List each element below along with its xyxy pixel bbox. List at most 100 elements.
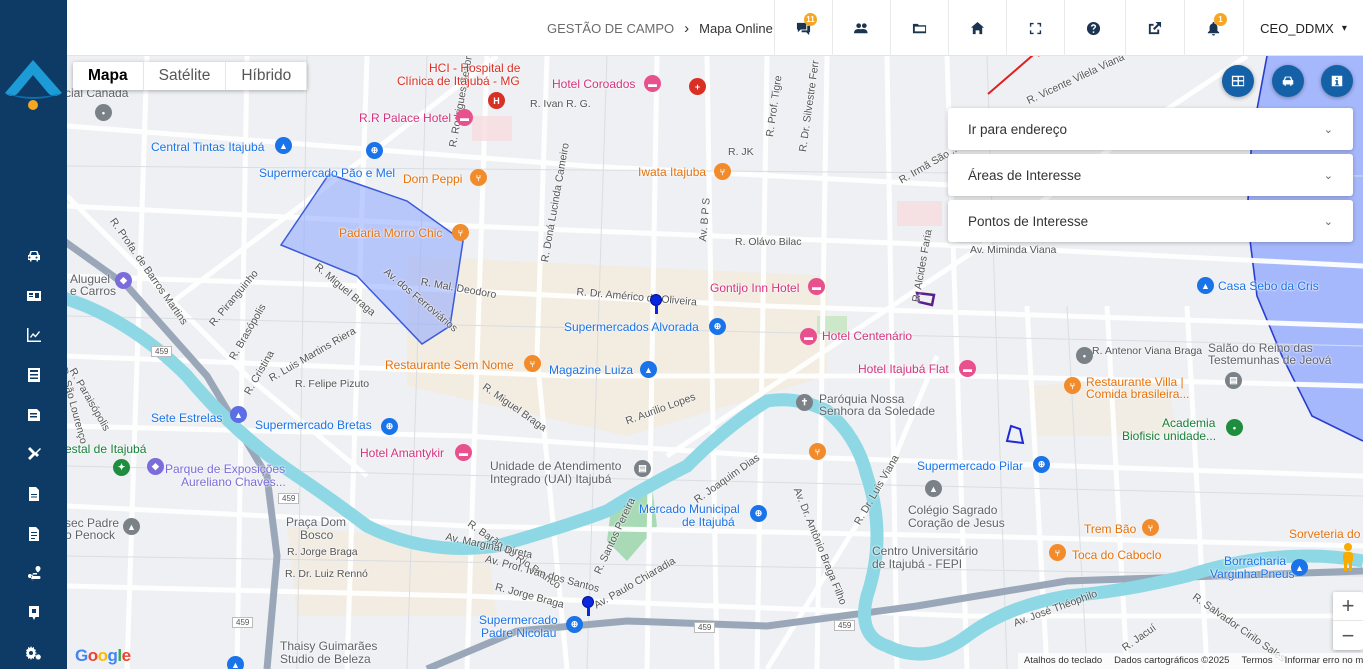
sidebar-item-file[interactable] [0,474,67,514]
hospital-icon[interactable]: H [488,92,505,109]
poi-label[interactable]: R.R Palace Hotel [359,111,451,125]
poi-label[interactable]: Supermercado Pilar [917,459,1023,473]
report-error-link[interactable]: Informar erro no mapa [1285,655,1363,667]
restaurant-icon[interactable]: ⑂ [1049,544,1066,561]
poi-label[interactable]: Supermercados Alvorada [564,320,699,334]
poi-label[interactable]: Clínica de Itajubá - MG [397,74,520,88]
folder-button[interactable] [890,0,948,56]
zoom-in-button[interactable]: + [1333,592,1363,621]
poi-label[interactable]: Centro Universitário [872,544,978,558]
poi-label[interactable]: Trem Bão [1084,522,1136,536]
poi-label[interactable]: e Carros [70,284,116,298]
poi-label[interactable]: Integrado (UAI) Itajubá [490,472,611,486]
info-button[interactable] [1321,65,1353,97]
vehicle-marker[interactable] [650,294,662,314]
poi-label[interactable]: de Itajubá [682,515,735,529]
poi-label[interactable]: Praça Dom [286,515,346,529]
poi-label[interactable]: HCI - Hospital de [429,61,520,75]
poi-label[interactable]: Toca do Caboclo [1072,548,1161,562]
poi-label[interactable]: Varginha Pneus [1210,567,1295,581]
vehicle-marker[interactable] [582,596,594,616]
poi-label[interactable]: Restaurante Sem Nome [385,358,514,372]
poi-label[interactable]: Unidade de Atendimento [490,459,621,473]
notifications-button[interactable]: 1 [1184,0,1242,56]
panel-areas-of-interest[interactable]: Áreas de Interesse ⌄ [948,154,1353,196]
vehicles-button[interactable] [1272,65,1304,97]
cart-icon[interactable]: ⊕ [709,318,726,335]
event-icon[interactable]: ◆ [147,458,164,475]
poi-label[interactable]: Sete Estrelas [151,411,222,425]
poi-label[interactable]: Gontijo Inn Hotel [710,281,799,295]
building-icon[interactable]: • [95,104,112,121]
restaurant-icon[interactable]: ⑂ [524,355,541,372]
user-menu[interactable]: CEO_DDMX ▾ [1243,0,1363,56]
poi-label[interactable]: Sorveteria do [1289,527,1360,541]
poi-label[interactable]: Comida brasileira... [1086,387,1189,401]
shop-icon[interactable]: ▲ [640,361,657,378]
poi-label[interactable]: de Itajubá - FEPI [872,557,962,571]
chat-button[interactable]: 11 [774,0,832,56]
restaurant-icon[interactable]: ⑂ [470,169,487,186]
sidebar-item-tools[interactable] [0,434,67,474]
cart-icon[interactable]: ⊕ [366,142,383,159]
hotel-icon[interactable]: ▬ [808,278,825,295]
logo[interactable] [0,55,67,115]
government-icon[interactable]: ▲ [230,406,247,423]
park-icon[interactable]: ✦ [113,459,130,476]
poi-label[interactable]: Coração de Jesus [908,516,1005,530]
cart-icon[interactable]: ⊕ [566,616,583,633]
layers-button[interactable] [1222,65,1254,97]
panel-goto-address[interactable]: Ir para endereço ⌄ [948,108,1353,150]
restaurant-icon[interactable]: ⑂ [714,163,731,180]
fullscreen-button[interactable] [1006,0,1064,56]
hospital-cross-icon[interactable]: + [689,78,706,95]
poi-label[interactable]: Colégio Sagrado [908,503,997,517]
restaurant-icon[interactable]: ⑂ [1064,377,1081,394]
poi-label[interactable]: Casa Sebo da Cris [1218,279,1319,293]
poi-label[interactable]: Supermercado [479,613,558,627]
hotel-icon[interactable]: ▬ [800,328,817,345]
poi-label[interactable]: estal de Itajubá [67,442,146,456]
poi-label[interactable]: Hotel Amantykir [360,446,444,460]
sidebar-item-file-alt[interactable] [0,514,67,554]
hotel-icon[interactable]: ▬ [455,444,472,461]
sidebar-item-drivers[interactable] [0,276,67,316]
sidebar-item-list[interactable] [0,355,67,395]
school-icon[interactable]: ▲ [123,518,140,535]
poi-label[interactable]: Hotel Coroados [552,77,635,91]
home-button[interactable] [948,0,1006,56]
poi-label[interactable]: Iwata Itajuba [638,165,706,179]
cart-icon[interactable]: ⊕ [381,418,398,435]
car-rental-icon[interactable]: ◆ [115,272,132,289]
shop-icon[interactable]: ▲ [1291,559,1308,576]
poi-label[interactable]: Supermercado Pão e Mel [259,166,395,180]
shop-icon[interactable]: ▲ [1197,277,1214,294]
poi-label[interactable]: Padre Nicolau [481,626,556,640]
cart-icon[interactable]: ⊕ [1033,456,1050,473]
poi-label[interactable]: Thaisy Guimarães [280,639,377,653]
street-view-pegman-icon[interactable] [1337,542,1359,572]
poi-label[interactable]: Supermercado Bretas [255,418,372,432]
map-type-satellite[interactable]: Satélite [144,62,227,90]
poi-label[interactable]: Borracharia [1224,554,1286,568]
hotel-icon[interactable]: ▬ [959,360,976,377]
poi-label[interactable]: Aureliano Chaves... [181,475,286,489]
gym-icon[interactable]: • [1226,419,1243,436]
sidebar-item-documents[interactable] [0,395,67,435]
map-type-map[interactable]: Mapa [73,62,144,90]
poi-label[interactable]: Magazine Luiza [549,363,633,377]
sidebar-item-routes[interactable] [0,554,67,594]
external-link-button[interactable] [1125,0,1183,56]
poi-label[interactable]: Hotel Centenário [822,329,912,343]
map-type-hybrid[interactable]: Híbrido [226,62,308,90]
terms-link[interactable]: Termos [1241,655,1272,667]
church-icon[interactable]: ✝ [796,394,813,411]
poi-label[interactable]: Padaria Morro Chic [339,226,442,240]
users-button[interactable] [832,0,890,56]
poi-label[interactable]: Senhora da Soledade [819,404,935,418]
restaurant-icon[interactable]: ⑂ [1142,519,1159,536]
poi-label[interactable]: Bosco [300,528,333,542]
building-icon[interactable]: ▤ [1225,372,1242,389]
bakery-icon[interactable]: ⑂ [452,224,469,241]
building-icon[interactable]: • [1076,347,1093,364]
